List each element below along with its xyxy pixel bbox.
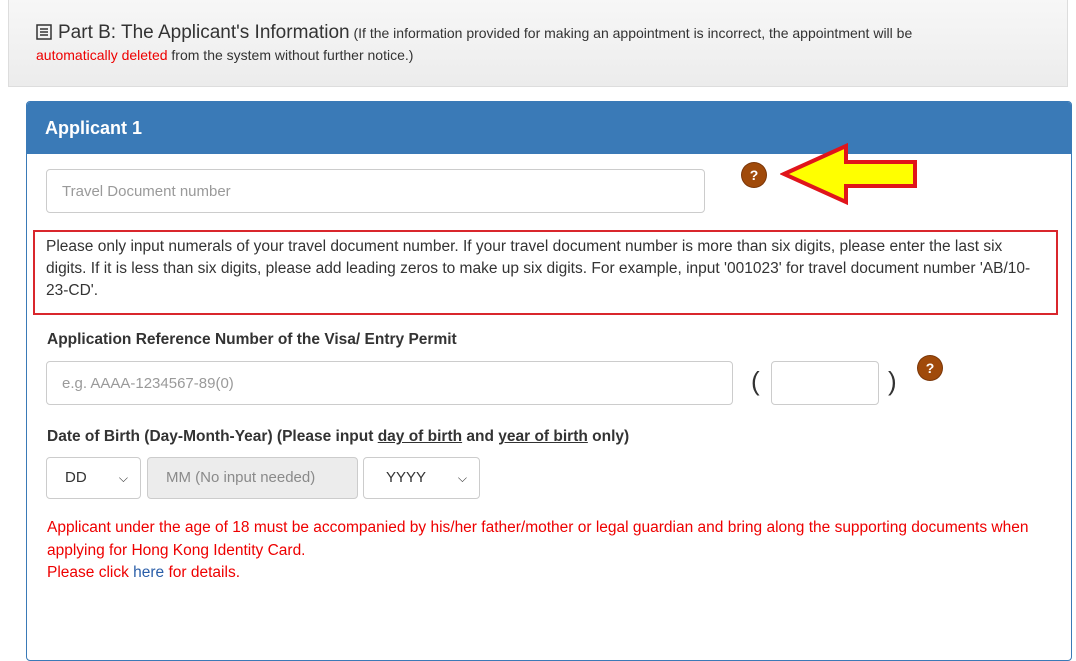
dob-label-day: day of birth bbox=[377, 428, 463, 445]
dob-label-prefix: Date of Birth (Day-Month-Year) (Please i… bbox=[47, 428, 378, 445]
dob-label-and: and bbox=[462, 428, 499, 445]
help-icon[interactable]: ? bbox=[918, 356, 942, 380]
chevron-down-icon: ⌵ bbox=[457, 471, 467, 485]
part-b-text: Part B: The Applicant's Information (If … bbox=[36, 22, 1056, 66]
help-icon[interactable]: ? bbox=[742, 163, 766, 187]
dob-label-suffix: only) bbox=[587, 428, 630, 445]
dob-year-select[interactable]: YYYY ⌵ bbox=[363, 457, 480, 499]
reference-number-label: Application Reference Number of the Visa… bbox=[47, 331, 457, 348]
dob-year-value: YYYY bbox=[386, 469, 427, 486]
paren-close: ) bbox=[888, 366, 897, 396]
part-b-note-highlight: automatically deleted bbox=[36, 47, 168, 63]
paren-open: ( bbox=[751, 366, 760, 396]
age-warning-text: Applicant under the age of 18 must be ac… bbox=[47, 519, 1029, 559]
chevron-down-icon: ⌵ bbox=[118, 471, 128, 485]
part-b-title: Part B: The Applicant's Information bbox=[58, 22, 350, 43]
part-b-note-suffix: from the system without further notice.) bbox=[171, 47, 414, 63]
reference-number-input[interactable] bbox=[46, 361, 733, 405]
dob-month-value: MM (No input needed) bbox=[166, 469, 316, 486]
part-b-header: Part B: The Applicant's Information (If … bbox=[8, 0, 1068, 87]
list-form-icon bbox=[36, 24, 52, 40]
age-warning: Applicant under the age of 18 must be ac… bbox=[47, 517, 1057, 585]
travel-document-input[interactable] bbox=[46, 169, 705, 213]
dob-label-year: year of birth bbox=[498, 428, 588, 445]
part-b-note: (If the information provided for making … bbox=[353, 25, 913, 41]
click-prefix: Please click bbox=[47, 564, 134, 581]
travel-document-notice: Please only input numerals of your trave… bbox=[33, 230, 1058, 315]
details-link[interactable]: here bbox=[133, 564, 164, 581]
dob-month-select: MM (No input needed) bbox=[147, 457, 358, 499]
click-suffix: for details. bbox=[164, 564, 240, 581]
yellow-arrow-pointer-icon bbox=[780, 142, 917, 206]
dob-day-value: DD bbox=[65, 469, 87, 486]
dob-day-select[interactable]: DD ⌵ bbox=[46, 457, 141, 499]
date-of-birth-label: Date of Birth (Day-Month-Year) (Please i… bbox=[47, 428, 629, 446]
reference-check-digit-input[interactable] bbox=[771, 361, 879, 405]
